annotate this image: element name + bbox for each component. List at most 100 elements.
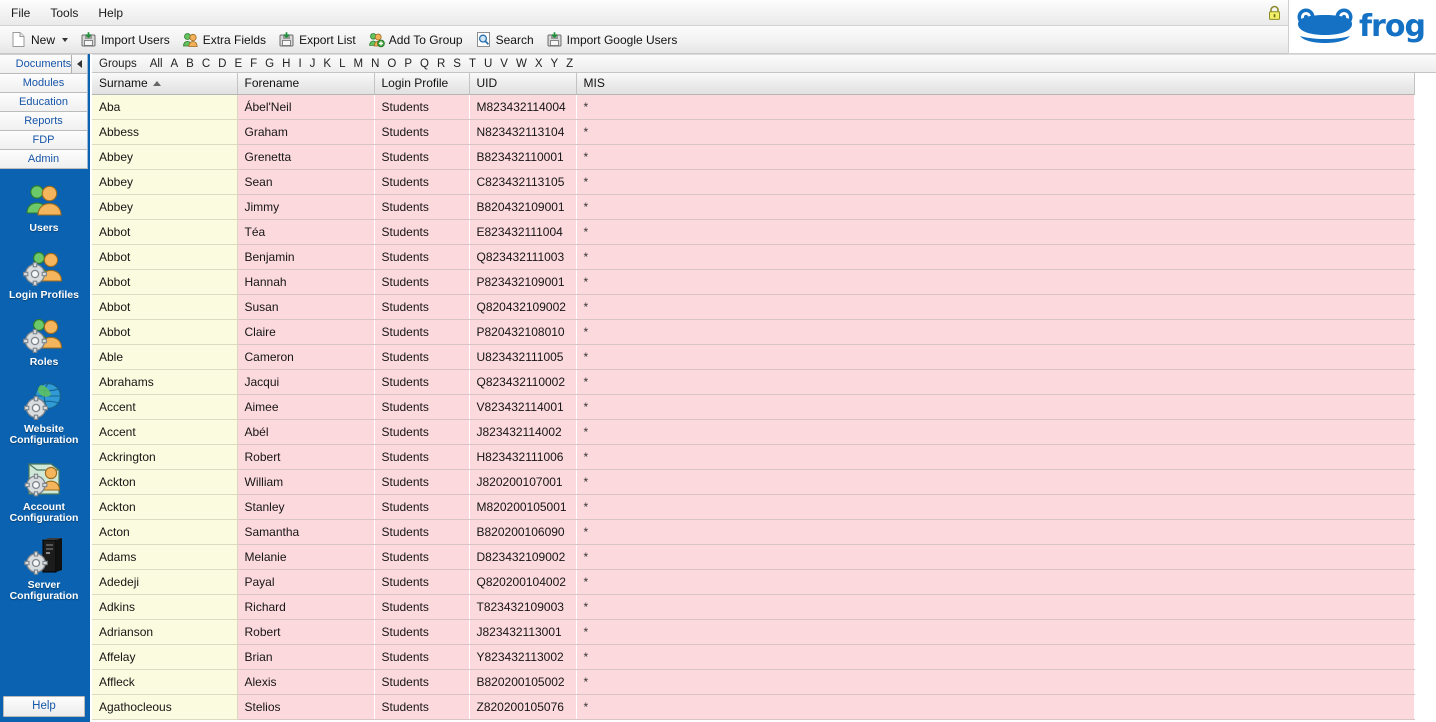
groups-filter-j[interactable]: J — [306, 58, 320, 70]
groups-filter-u[interactable]: U — [480, 58, 496, 70]
sidebar-tab-modules[interactable]: Modules — [0, 74, 88, 93]
table-row[interactable]: Accent Aimee Students V823432114001 * — [92, 394, 1414, 420]
groups-filter-s[interactable]: S — [449, 58, 465, 70]
table-row[interactable]: Abbess Graham Students N823432113104 * — [92, 119, 1414, 145]
groups-filter-r[interactable]: R — [433, 58, 449, 70]
groups-filter-k[interactable]: K — [319, 58, 335, 70]
table-row[interactable]: Abbot Téa Students E823432111004 * — [92, 219, 1414, 245]
import-users-button[interactable]: Import Users — [76, 27, 178, 53]
sidebar-item-account-configuration[interactable]: Account Configuration — [0, 458, 88, 524]
table-row[interactable]: Abbot Susan Students Q820432109002 * — [92, 294, 1414, 320]
users-table: Surname Forename Login Profile UID MIS A… — [92, 73, 1415, 720]
lock-status-area[interactable] — [1267, 5, 1288, 21]
groups-filter-y[interactable]: Y — [546, 58, 562, 70]
groups-filter-i[interactable]: I — [294, 58, 305, 70]
new-button[interactable]: New — [6, 27, 76, 53]
sort-ascending-icon — [152, 80, 161, 86]
table-row[interactable]: Abbot Benjamin Students Q823432111003 * — [92, 244, 1414, 270]
column-header-surname[interactable]: Surname — [92, 73, 238, 95]
groups-filter-m[interactable]: M — [349, 58, 367, 70]
cell-mis: * — [576, 619, 1414, 645]
column-header-mis[interactable]: MIS — [576, 73, 1415, 95]
groups-filter-all[interactable]: All — [146, 58, 167, 70]
groups-filter-a[interactable]: A — [167, 58, 183, 70]
search-button[interactable]: Search — [471, 27, 542, 53]
cell-forename: Jimmy — [237, 194, 374, 220]
table-row[interactable]: Acton Samantha Students B820200106090 * — [92, 519, 1414, 545]
groups-filter-h[interactable]: H — [278, 58, 294, 70]
sidebar-tab-fdp[interactable]: FDP — [0, 131, 88, 150]
groups-filter-e[interactable]: E — [230, 58, 246, 70]
users-table-head: Surname Forename Login Profile UID MIS — [92, 73, 1415, 95]
cell-mis: * — [583, 474, 589, 489]
column-header-forename[interactable]: Forename — [237, 73, 375, 95]
table-row[interactable]: Adkins Richard Students T823432109003 * — [92, 594, 1414, 620]
table-row[interactable]: Abbot Claire Students P820432108010 * — [92, 319, 1414, 345]
sidebar-item-login-profiles[interactable]: Login Profiles — [0, 246, 88, 301]
groups-filter-b[interactable]: B — [182, 58, 198, 70]
cell-uid: B820200106090 — [469, 519, 576, 545]
menu-help[interactable]: Help — [89, 4, 132, 22]
sidebar-tab-education[interactable]: Education — [0, 93, 88, 112]
table-row[interactable]: Able Cameron Students U823432111005 * — [92, 344, 1414, 370]
menu-tools[interactable]: Tools — [41, 4, 87, 22]
help-button[interactable]: Help — [3, 696, 85, 717]
sidebar-tab-reports[interactable]: Reports — [0, 112, 88, 131]
sidebar-item-users[interactable]: Users — [0, 179, 88, 234]
table-row[interactable]: Ackton William Students J820200107001 * — [92, 469, 1414, 495]
export-list-button[interactable]: Export List — [274, 27, 364, 53]
table-row[interactable]: Adedeji Payal Students Q820200104002 * — [92, 569, 1414, 595]
cell-login-profile: Students — [374, 219, 469, 245]
groups-filter-f[interactable]: F — [246, 58, 261, 70]
table-row[interactable]: Abbey Jimmy Students B820432109001 * — [92, 194, 1414, 220]
groups-filter-x[interactable]: X — [531, 58, 547, 70]
cell-forename: Aimee — [237, 394, 374, 420]
sidebar-item-roles[interactable]: Roles — [0, 313, 88, 368]
column-header-login-profile[interactable]: Login Profile — [374, 73, 470, 95]
groups-filter-v[interactable]: V — [496, 58, 512, 70]
groups-filter-l[interactable]: L — [335, 58, 349, 70]
groups-label: Groups — [99, 57, 137, 70]
groups-filter-w[interactable]: W — [512, 58, 531, 70]
table-row[interactable]: Adrianson Robert Students J823432113001 * — [92, 619, 1414, 645]
groups-filter-o[interactable]: O — [383, 58, 400, 70]
import-google-users-button[interactable]: Import Google Users — [542, 27, 686, 53]
add-to-group-button[interactable]: Add To Group — [364, 27, 471, 53]
groups-filter-p[interactable]: P — [400, 58, 416, 70]
table-row[interactable]: Abrahams Jacqui Students Q823432110002 * — [92, 369, 1414, 395]
cell-mis: * — [583, 199, 589, 214]
extra-fields-button[interactable]: Extra Fields — [178, 27, 274, 53]
table-row[interactable]: Adams Melanie Students D823432109002 * — [92, 544, 1414, 570]
table-row[interactable]: Abbey Grenetta Students B823432110001 * — [92, 144, 1414, 170]
sidebar-collapse-button[interactable] — [71, 55, 87, 73]
sidebar-item-roles-label: Roles — [29, 356, 59, 368]
table-row[interactable]: Accent Abél Students J823432114002 * — [92, 419, 1414, 445]
table-row[interactable]: Ackrington Robert Students H823432111006 * — [92, 444, 1414, 470]
groups-filter-g[interactable]: G — [261, 58, 278, 70]
sidebar-item-server-configuration[interactable]: Server Configuration — [0, 536, 88, 602]
groups-filter-c[interactable]: C — [198, 58, 214, 70]
sidebar-tab-documents[interactable]: Documents — [0, 54, 88, 74]
cell-mis: * — [576, 644, 1414, 670]
groups-filter-q[interactable]: Q — [416, 58, 433, 70]
roles-icon — [23, 319, 63, 353]
table-row[interactable]: Abbey Sean Students C823432113105 * — [92, 169, 1414, 195]
column-header-uid[interactable]: UID — [469, 73, 577, 95]
table-row[interactable]: Affelay Brian Students Y823432113002 * — [92, 644, 1414, 670]
cell-login-profile: Students — [374, 344, 469, 370]
menu-file[interactable]: File — [2, 4, 39, 22]
groups-filter-t[interactable]: T — [465, 58, 480, 70]
cell-uid: Q820200104002 — [469, 569, 576, 595]
table-row[interactable]: Abbot Hannah Students P823432109001 * — [92, 269, 1414, 295]
table-row[interactable]: Aba Ábel'Neil Students M823432114004 * — [92, 94, 1414, 120]
table-row[interactable]: Affleck Alexis Students B820200105002 * — [92, 669, 1414, 695]
groups-filter-d[interactable]: D — [214, 58, 230, 70]
sidebar-tab-admin[interactable]: Admin — [0, 150, 88, 169]
cell-surname: Abbess — [92, 119, 238, 145]
sidebar-item-website-configuration[interactable]: Website Configuration — [0, 380, 88, 446]
table-row[interactable]: Agathocleous Stelios Students Z820200105076… — [92, 694, 1414, 720]
groups-filter-z[interactable]: Z — [562, 58, 577, 70]
sidebar: Documents Modules Education Reports FDP … — [0, 54, 90, 722]
table-row[interactable]: Ackton Stanley Students M820200105001 * — [92, 494, 1414, 520]
groups-filter-n[interactable]: N — [367, 58, 383, 70]
